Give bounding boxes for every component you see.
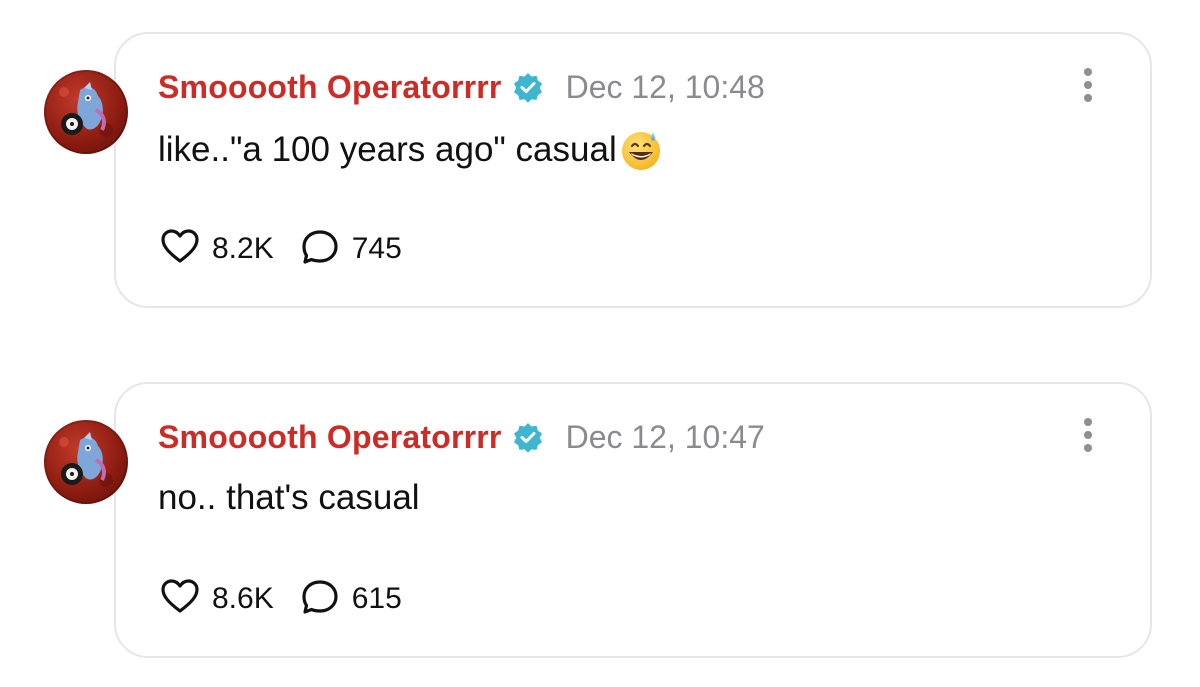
- username[interactable]: Smooooth Operatorrrr: [158, 69, 502, 106]
- post-header: Smooooth Operatorrrr Dec 12, 10:47: [158, 414, 765, 460]
- heart-icon: [160, 227, 200, 272]
- reply-count: 615: [351, 582, 402, 615]
- post-text: no.. that's casual: [158, 478, 420, 517]
- post-actions: 8.6K 615: [160, 576, 402, 622]
- post-text: like.."a 100 years ago" casual: [158, 130, 617, 169]
- timestamp: Dec 12, 10:47: [565, 418, 765, 455]
- reply-button[interactable]: 745: [300, 227, 402, 272]
- post-actions: 8.2K 745: [160, 226, 402, 272]
- comment-bubble-icon: [300, 577, 340, 622]
- post: Smooooth Operatorrrr Dec 12, 10:48 like.…: [0, 0, 1200, 308]
- verified-badge-icon: [512, 71, 544, 103]
- username[interactable]: Smooooth Operatorrrr: [158, 419, 502, 456]
- heart-icon: [160, 577, 200, 622]
- avatar[interactable]: [44, 420, 128, 504]
- more-options-icon[interactable]: [1080, 418, 1096, 458]
- reply-button[interactable]: 615: [300, 577, 402, 622]
- verified-badge-icon: [512, 421, 544, 453]
- avatar[interactable]: [44, 70, 128, 154]
- comment-bubble-icon: [300, 227, 340, 272]
- like-button[interactable]: 8.6K: [160, 577, 274, 622]
- more-options-icon[interactable]: [1080, 68, 1096, 108]
- post: Smooooth Operatorrrr Dec 12, 10:47 no.. …: [0, 350, 1200, 658]
- timestamp: Dec 12, 10:48: [565, 68, 765, 105]
- like-count: 8.6K: [212, 582, 274, 615]
- post-text-row: no.. that's casual: [158, 478, 420, 518]
- like-button[interactable]: 8.2K: [160, 227, 274, 272]
- post-text-row: like.."a 100 years ago" casual: [158, 128, 663, 172]
- like-count: 8.2K: [212, 232, 274, 265]
- post-header: Smooooth Operatorrrr Dec 12, 10:48: [158, 64, 765, 110]
- grinning-face-with-sweat-icon: [619, 128, 663, 172]
- reply-count: 745: [351, 232, 402, 265]
